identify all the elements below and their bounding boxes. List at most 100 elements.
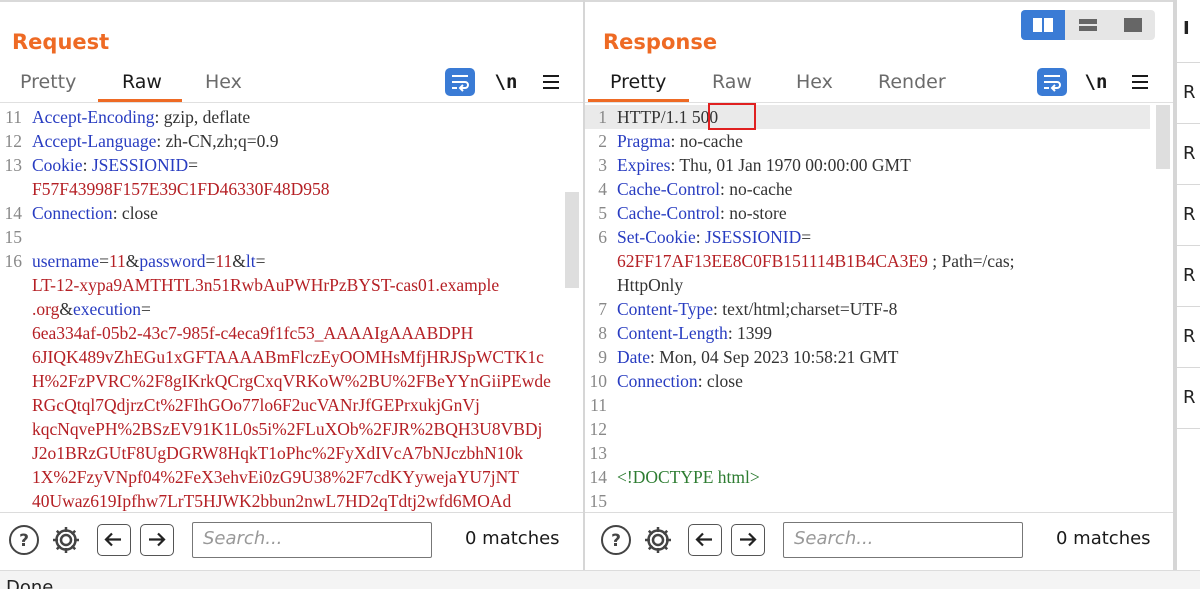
code-line: H%2FzPVRC%2F8gIKrkQCrgCxqVRKoW%2BU%2FBeY… <box>0 369 560 393</box>
code-line: F57F43998F157E39C1FD46330F48D958 <box>0 177 560 201</box>
word-wrap-icon[interactable] <box>1037 68 1067 96</box>
inspector-item[interactable]: R <box>1183 82 1196 103</box>
inspector-separator <box>1177 123 1200 124</box>
code-token: & <box>125 251 140 271</box>
menu-icon[interactable] <box>1126 68 1156 96</box>
previous-match-button[interactable] <box>688 524 722 556</box>
inspector-item[interactable]: R <box>1183 143 1196 164</box>
code-token: 1X%2FzyVNpf04%2FeX3ehvEi0zG9U38%2F7cdKYy… <box>32 467 520 487</box>
code-token: Accept-Encoding <box>32 107 155 127</box>
line-number: 12 <box>589 419 608 439</box>
code-line: 11 Accept-Encoding: gzip, deflate <box>0 105 560 129</box>
code-token: <!DOCTYPE html> <box>617 467 760 487</box>
code-token: 6JIQK489vZhEGu1xGFTAAAABmFlczEyOOMHsMfjH… <box>32 347 544 367</box>
help-icon[interactable]: ? <box>600 524 632 556</box>
layout-single-icon[interactable] <box>1111 10 1155 40</box>
line-number: 13 <box>4 155 23 175</box>
code-line: 14 <!DOCTYPE html> <box>585 465 1150 489</box>
line-number: 11 <box>5 107 22 127</box>
code-line: 15 <box>0 225 560 249</box>
inspector-item[interactable]: R <box>1183 387 1196 408</box>
code-line: 7 Content-Type: text/html;charset=UTF-8 <box>585 297 1150 321</box>
help-icon[interactable]: ? <box>8 524 40 556</box>
menu-icon[interactable] <box>537 68 567 96</box>
status-bar: Done <box>0 570 1200 589</box>
code-token: 11 <box>108 251 126 271</box>
inspector-item[interactable]: R <box>1183 204 1196 225</box>
tab-response-raw[interactable]: Raw <box>712 71 752 93</box>
code-token: : no-cache <box>720 179 793 199</box>
code-token: = <box>205 251 216 271</box>
code-token: = <box>255 251 266 271</box>
code-token: F57F43998F157E39C1FD46330F48D958 <box>32 179 330 199</box>
inspector-item[interactable]: R <box>1183 326 1196 347</box>
code-line: 6JIQK489vZhEGu1xGFTAAAABmFlczEyOOMHsMfjH… <box>0 345 560 369</box>
code-token: : close <box>112 203 158 223</box>
line-number: 12 <box>4 131 23 151</box>
request-search-input[interactable]: Search... <box>192 522 432 558</box>
code-token: Date <box>617 347 651 367</box>
tab-request-raw[interactable]: Raw <box>122 71 162 93</box>
code-token: 62FF17AF13EE8C0FB151114B1B4CA3E9 <box>617 251 928 271</box>
code-line: 16 username=11&password=11&lt= <box>0 249 560 273</box>
code-token: JSESSIONID <box>91 155 189 175</box>
line-number: 5 <box>598 203 607 223</box>
code-token: lt <box>245 251 256 271</box>
previous-match-button[interactable] <box>97 524 131 556</box>
code-line: 1X%2FzyVNpf04%2FeX3ehvEi0zG9U38%2F7cdKYy… <box>0 465 560 489</box>
layout-stacked-icon[interactable] <box>1066 10 1110 40</box>
tab-divider <box>585 102 1173 103</box>
settings-gear-icon[interactable] <box>642 524 674 556</box>
response-search-input[interactable]: Search... <box>783 522 1023 558</box>
settings-gear-icon[interactable] <box>50 524 82 556</box>
request-title: Request <box>12 30 110 54</box>
code-token: Content-Length <box>617 323 728 343</box>
code-line: 14 Connection: close <box>0 201 560 225</box>
next-match-button[interactable] <box>731 524 765 556</box>
newline-toggle-icon[interactable]: \n <box>491 68 521 96</box>
tab-request-pretty[interactable]: Pretty <box>20 71 76 93</box>
code-token: : zh-CN,zh;q=0.9 <box>156 131 279 151</box>
code-token: 6ea334af-05b2-43c7-985f-c4eca9f1fc53_AAA… <box>32 323 474 343</box>
request-match-count: 0 matches <box>465 528 560 549</box>
code-token: 40Uwaz619Ipfhw7LrT5HJWK2bbun2nwL7HD2qTdt… <box>32 491 512 511</box>
newline-toggle-icon[interactable]: \n <box>1081 68 1111 96</box>
code-line: 5 Cache-Control: no-store <box>585 201 1150 225</box>
code-token: Cookie <box>32 155 83 175</box>
response-editor[interactable]: 1 HTTP/1.1 500 2 Pragma: no-cache 3 Expires: … <box>585 105 1150 513</box>
code-token: .org <box>32 299 60 319</box>
code-token: ; Path=/cas; <box>927 251 1015 271</box>
code-line: J2o1BRzGUtF8UgDGRW8HqkT1oPhc%2FyXdIVcA7b… <box>0 441 560 465</box>
code-token: Expires <box>617 155 671 175</box>
code-token: kqcNqvePH%2BSzEV91K1L0s5i%2FLuXOb%2FJR%2… <box>32 419 543 439</box>
tab-response-hex[interactable]: Hex <box>796 71 833 93</box>
line-number: 14 <box>4 203 23 223</box>
line-number: 1 <box>598 107 607 127</box>
inspector-separator <box>1177 367 1200 368</box>
response-scrollbar[interactable] <box>1156 105 1170 169</box>
inspector-title: I <box>1183 18 1190 39</box>
layout-side-by-side-icon[interactable] <box>1021 10 1065 40</box>
code-token: = <box>188 155 198 175</box>
code-line: 11 <box>585 393 1150 417</box>
tab-request-hex[interactable]: Hex <box>205 71 242 93</box>
next-match-button[interactable] <box>140 524 174 556</box>
code-line: 12 <box>585 417 1150 441</box>
code-line: .org&execution= <box>0 297 560 321</box>
code-line: LT-12-xypa9AMTHTL3n51RwbAuPWHrPzBYST-cas… <box>0 273 560 297</box>
inspector-item[interactable]: R <box>1183 265 1196 286</box>
code-token: HttpOnly <box>617 275 684 295</box>
line-number: 14 <box>589 467 608 487</box>
word-wrap-icon[interactable] <box>445 68 475 96</box>
status-text: Done <box>6 577 54 589</box>
request-pane: Request Pretty Raw Hex \n 11 Accept-Encod… <box>0 0 583 570</box>
svg-text:?: ? <box>19 531 29 551</box>
code-token: RGcQtql7QdjrzCt%2FIhGOo77lo6F2ucVANrJfGE… <box>32 395 480 415</box>
code-line: 2 Pragma: no-cache <box>585 129 1150 153</box>
code-line: 12 Accept-Language: zh-CN,zh;q=0.9 <box>0 129 560 153</box>
request-editor[interactable]: 11 Accept-Encoding: gzip, deflate 12 Accept… <box>0 105 560 513</box>
tab-response-pretty[interactable]: Pretty <box>610 71 666 93</box>
request-scrollbar[interactable] <box>565 192 579 288</box>
code-line: 3 Expires: Thu, 01 Jan 1970 00:00:00 GMT <box>585 153 1150 177</box>
tab-response-render[interactable]: Render <box>878 71 946 93</box>
